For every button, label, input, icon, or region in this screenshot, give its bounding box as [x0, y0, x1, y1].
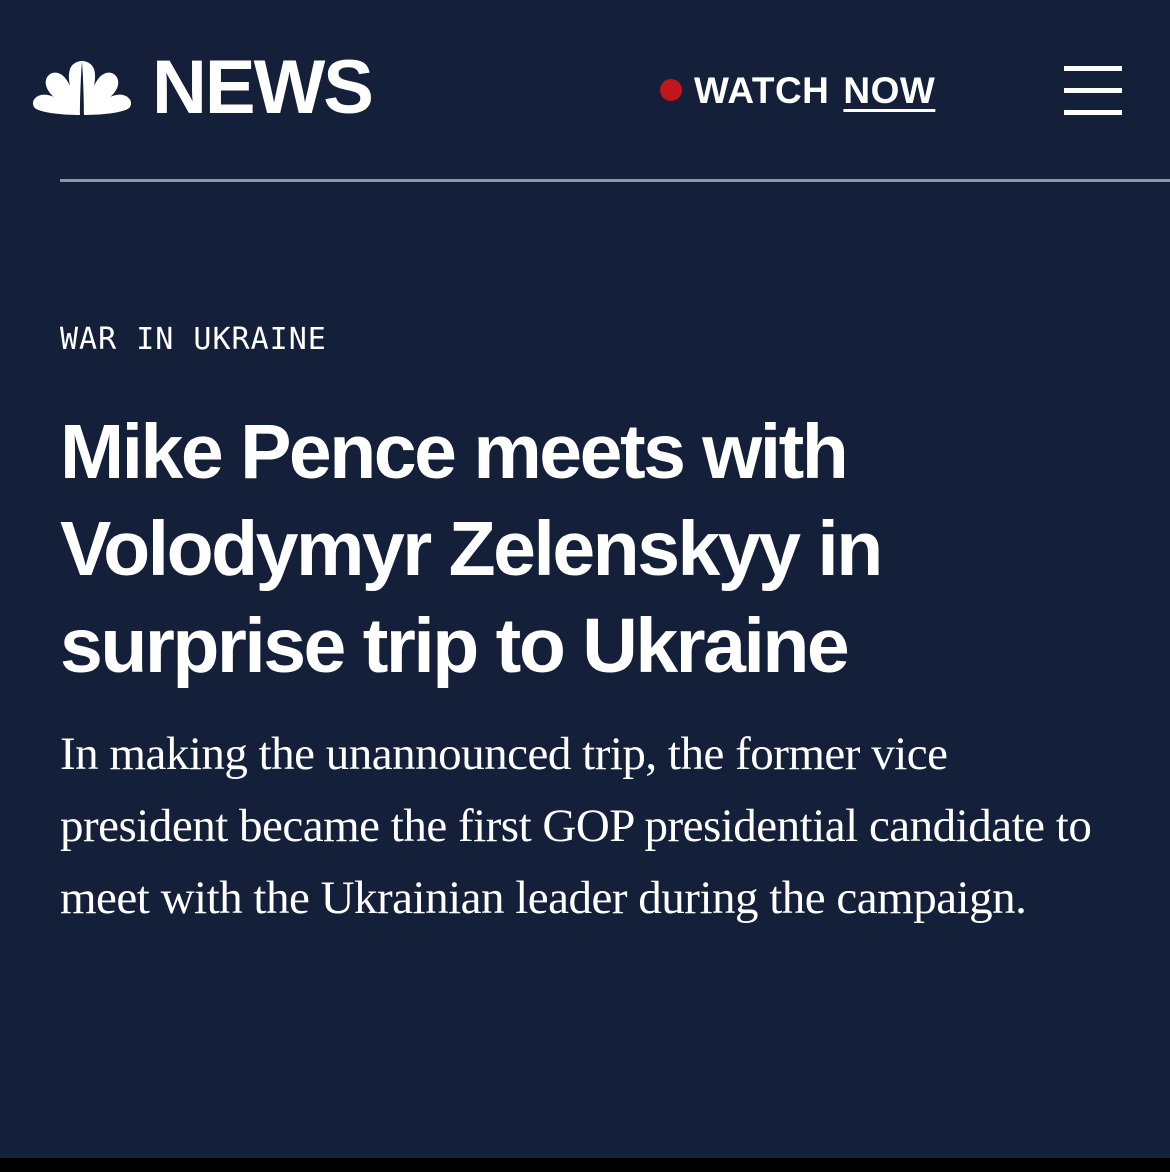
- hamburger-menu-icon[interactable]: [1060, 62, 1126, 116]
- article-dek: In making the unannounced trip, the form…: [60, 728, 1092, 924]
- menu-line: [1064, 110, 1122, 115]
- header-divider: [60, 179, 1170, 182]
- live-dot-icon: [660, 79, 682, 101]
- nbc-peacock-icon: [32, 61, 132, 115]
- menu-line: [1064, 66, 1122, 71]
- article-headline: Mike Pence meets with Volodymyr Zelensky…: [60, 409, 883, 689]
- nbc-news-logo[interactable]: NEWS: [30, 45, 374, 130]
- watch-now-link[interactable]: WATCH NOW: [660, 68, 935, 112]
- site-header: NEWS WATCH NOW: [0, 0, 1170, 182]
- now-label: NOW: [843, 69, 936, 111]
- watch-label: WATCH: [694, 69, 830, 111]
- logo-wordmark: NEWS: [152, 45, 374, 130]
- menu-line: [1064, 88, 1122, 93]
- section-eyebrow[interactable]: WAR IN UKRAINE: [60, 322, 327, 358]
- bottom-edge-bar: [0, 1158, 1170, 1172]
